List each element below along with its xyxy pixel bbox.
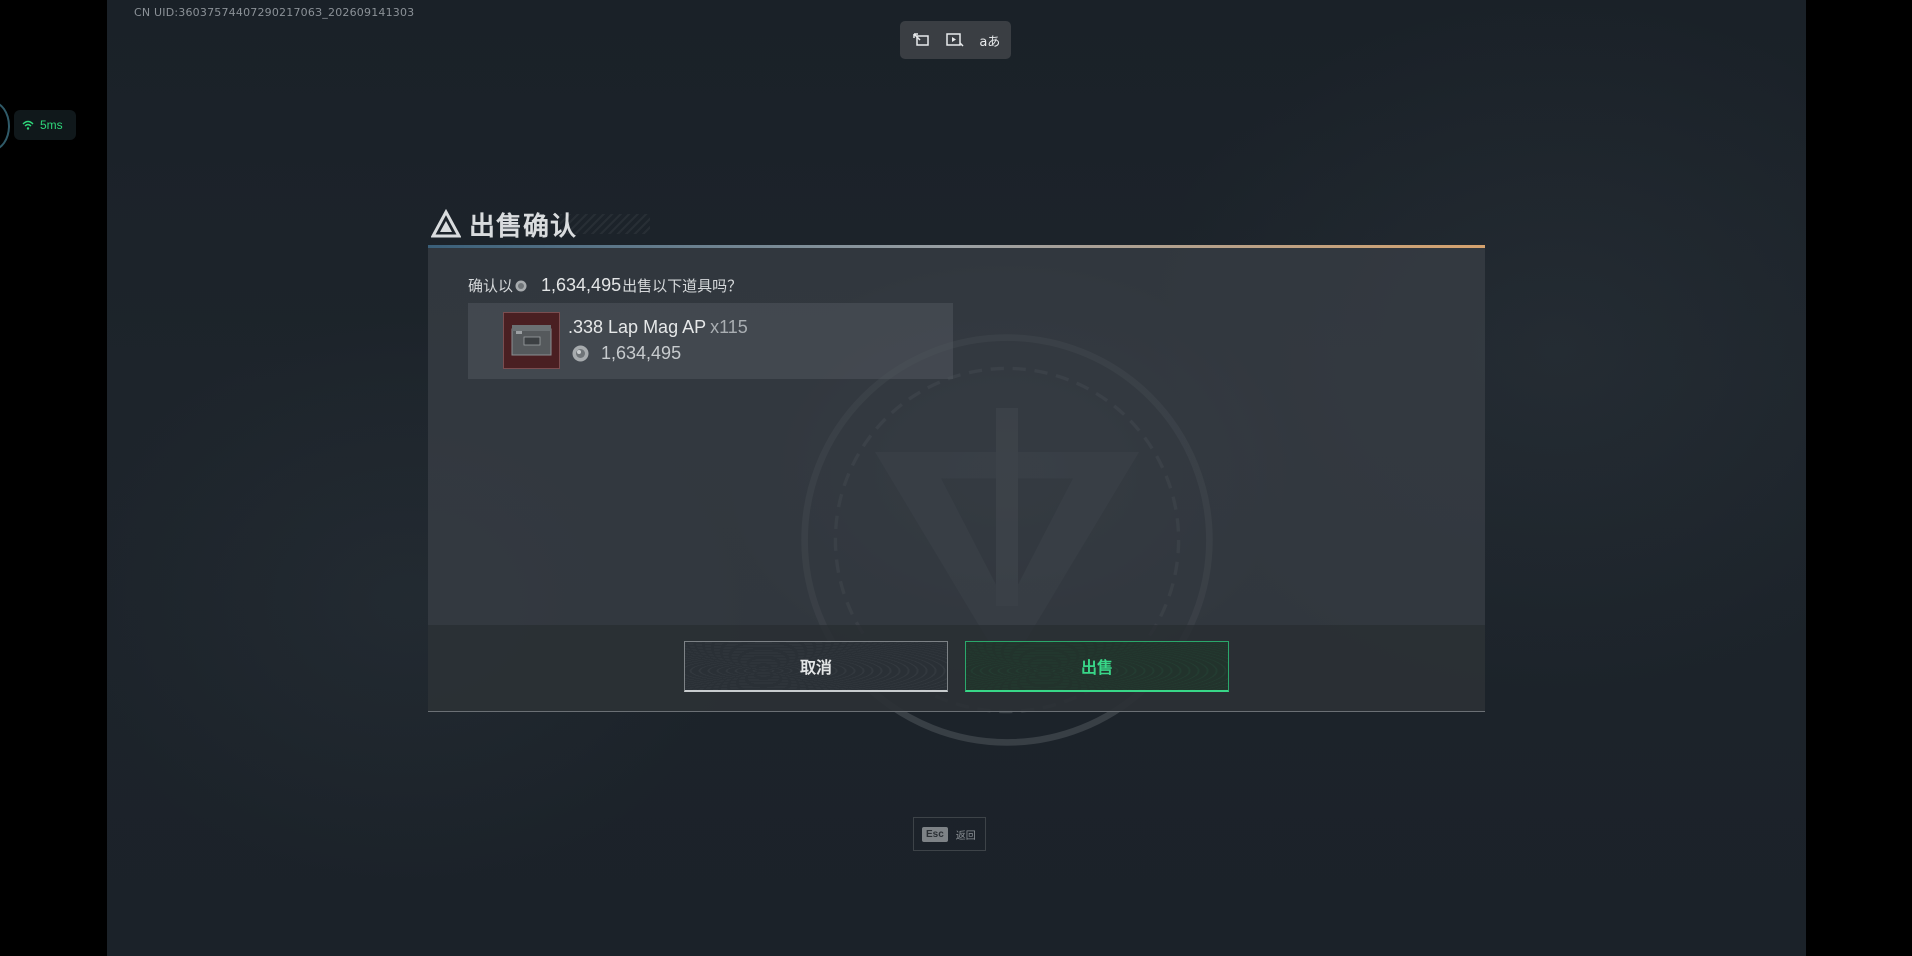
confirm-prefix: 确认以 — [468, 277, 514, 295]
coin-icon — [515, 280, 527, 291]
screen-share-icon[interactable] — [908, 27, 934, 53]
item-quantity: x115 — [710, 317, 748, 337]
overlay-toolbar: aあ — [900, 21, 1011, 59]
esc-label: 返回 — [955, 830, 976, 842]
confirm-suffix: 出售以下道具吗？ — [622, 277, 743, 295]
item-name-text: .338 Lap Mag AP — [568, 317, 707, 337]
wifi-icon — [22, 120, 34, 130]
item-thumbnail — [503, 312, 560, 369]
confirm-message: 确认以 1,634,495 出售以下道具吗？ — [468, 275, 742, 296]
item-name: .338 Lap Mag AP x115 — [568, 317, 748, 338]
confirm-amount: 1,634,495 — [541, 275, 622, 295]
cancel-button[interactable]: 取消 — [684, 641, 948, 692]
item-price: 1,634,495 — [572, 343, 681, 364]
ping-indicator: 5ms — [14, 110, 76, 140]
warning-triangle-icon — [431, 209, 461, 238]
dialog-top-border — [428, 245, 1485, 248]
video-record-icon[interactable] — [942, 27, 968, 53]
title-decoration — [560, 214, 650, 234]
item-price-value: 1,634,495 — [601, 343, 682, 363]
dialog-title: 出售确认 — [431, 205, 577, 243]
dialog-footer — [428, 625, 1485, 711]
esc-back-hint[interactable]: Esc 返回 — [913, 817, 986, 851]
ammo-box-icon — [511, 325, 552, 356]
coin-icon — [572, 345, 589, 362]
translate-icon[interactable]: aあ — [977, 27, 1003, 53]
sell-item-row: .338 Lap Mag AP x115 1,634,495 — [468, 303, 953, 379]
sell-confirm-dialog: 确认以 1,634,495 出售以下道具吗？ .338 Lap Mag AP x1… — [428, 245, 1485, 712]
esc-key: Esc — [922, 826, 948, 842]
sell-button[interactable]: 出售 — [965, 641, 1229, 692]
ping-value: 5ms — [40, 118, 63, 132]
minimap-edge — [0, 101, 10, 151]
player-uid: CN UID:3603757440729021706З_202609141303 — [134, 6, 415, 19]
